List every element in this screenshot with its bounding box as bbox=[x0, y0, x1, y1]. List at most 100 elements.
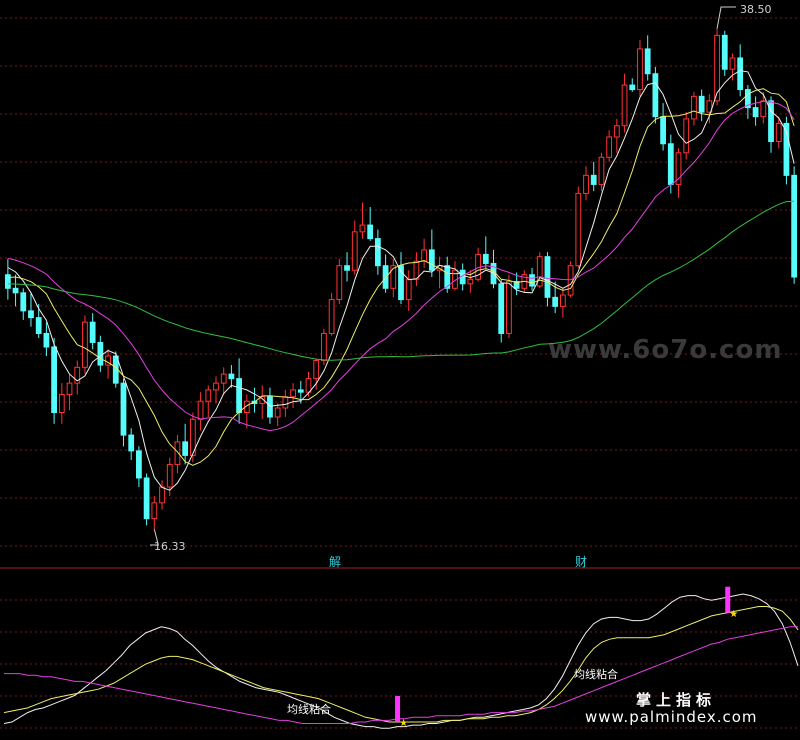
candle bbox=[482, 236, 489, 268]
candle-body bbox=[66, 382, 73, 395]
candle-body bbox=[667, 143, 674, 185]
candle-body bbox=[467, 278, 474, 285]
candle bbox=[583, 166, 589, 201]
candle-body bbox=[590, 174, 597, 185]
candle bbox=[20, 288, 27, 320]
candle bbox=[28, 292, 34, 327]
candle bbox=[213, 376, 219, 404]
candle bbox=[359, 202, 366, 239]
candle bbox=[398, 252, 404, 305]
candle-body bbox=[506, 281, 512, 334]
candle-body bbox=[621, 84, 628, 127]
candle bbox=[752, 96, 759, 126]
candle bbox=[182, 423, 189, 465]
candle bbox=[660, 103, 666, 151]
candle bbox=[382, 254, 389, 293]
candle-body bbox=[482, 253, 489, 264]
candle-body bbox=[359, 224, 366, 233]
candle bbox=[351, 220, 358, 275]
candle-body bbox=[698, 95, 705, 113]
candle-body bbox=[583, 174, 589, 194]
candle-body bbox=[89, 321, 96, 343]
candle bbox=[390, 258, 397, 298]
candle-body bbox=[20, 292, 27, 312]
candle bbox=[683, 112, 690, 160]
candle-body bbox=[644, 48, 651, 75]
candle-body bbox=[629, 84, 636, 91]
candle bbox=[721, 30, 728, 77]
candle bbox=[344, 252, 350, 282]
candle bbox=[498, 279, 505, 343]
candle-body bbox=[405, 278, 412, 301]
signal-label-2: 均线粘合 bbox=[574, 667, 618, 681]
candle bbox=[606, 130, 613, 162]
candle-body bbox=[197, 400, 204, 420]
candle-body bbox=[637, 48, 643, 91]
candle-body bbox=[367, 224, 374, 240]
candle-body bbox=[297, 389, 304, 393]
candle-body bbox=[282, 396, 289, 409]
candle-body bbox=[552, 296, 559, 307]
candle-body bbox=[97, 341, 104, 366]
candle bbox=[421, 238, 428, 268]
candle-body bbox=[737, 57, 744, 91]
candle-body bbox=[529, 274, 535, 287]
signal-star: ★ bbox=[729, 609, 738, 620]
candle bbox=[136, 446, 142, 488]
candle-body bbox=[729, 57, 736, 70]
candle bbox=[367, 206, 374, 241]
chart-canvas: www.6o7o.com ★ ★ 38.50 16.33 解 财 均线粘合 均线粘… bbox=[0, 3, 800, 729]
candle bbox=[12, 274, 19, 307]
candle bbox=[529, 267, 535, 291]
candle bbox=[637, 39, 643, 97]
candle-body bbox=[305, 378, 312, 393]
candle-body bbox=[575, 192, 582, 267]
event-marker-2: 财 bbox=[575, 555, 587, 569]
signal-label-1: 均线粘合 bbox=[287, 702, 331, 716]
watermark-top: www.6o7o.com bbox=[548, 335, 782, 365]
candle bbox=[220, 367, 227, 395]
watermark-url: www.palmindex.com bbox=[585, 708, 758, 726]
candle-body bbox=[143, 477, 150, 520]
candle bbox=[74, 360, 81, 395]
candle bbox=[259, 385, 266, 420]
candle bbox=[598, 152, 605, 192]
event-marker-1: 解 bbox=[329, 555, 341, 569]
candle bbox=[698, 89, 705, 122]
candle-body bbox=[51, 346, 57, 413]
candle bbox=[58, 383, 65, 424]
candle bbox=[97, 335, 104, 372]
candle-body bbox=[691, 95, 697, 120]
candle bbox=[328, 292, 335, 336]
candlesticks bbox=[4, 28, 798, 530]
candle bbox=[621, 73, 628, 133]
candle-body bbox=[598, 156, 605, 185]
candle-body bbox=[213, 382, 219, 391]
candle-body bbox=[120, 382, 127, 436]
candle-body bbox=[328, 299, 335, 334]
candle-body bbox=[428, 249, 435, 271]
candle-body bbox=[652, 73, 659, 118]
candle-body bbox=[43, 332, 50, 348]
candle-body bbox=[660, 116, 666, 145]
candle bbox=[490, 249, 497, 289]
candle bbox=[197, 392, 204, 431]
candle bbox=[151, 496, 158, 530]
candle bbox=[413, 252, 420, 287]
candle bbox=[768, 96, 774, 153]
candle bbox=[575, 186, 582, 268]
candle-body bbox=[267, 396, 273, 418]
candle-body bbox=[544, 256, 551, 298]
candle-body bbox=[128, 434, 135, 452]
candle-body bbox=[382, 265, 389, 289]
candle bbox=[128, 428, 135, 460]
candle-body bbox=[567, 265, 574, 296]
candle-body bbox=[58, 393, 65, 413]
low-price-label: 16.33 bbox=[154, 540, 186, 553]
candle bbox=[82, 315, 88, 375]
candle bbox=[675, 148, 682, 198]
candle bbox=[274, 403, 281, 427]
candle-body bbox=[12, 287, 19, 294]
candle bbox=[644, 35, 651, 81]
candle-body bbox=[313, 360, 320, 380]
